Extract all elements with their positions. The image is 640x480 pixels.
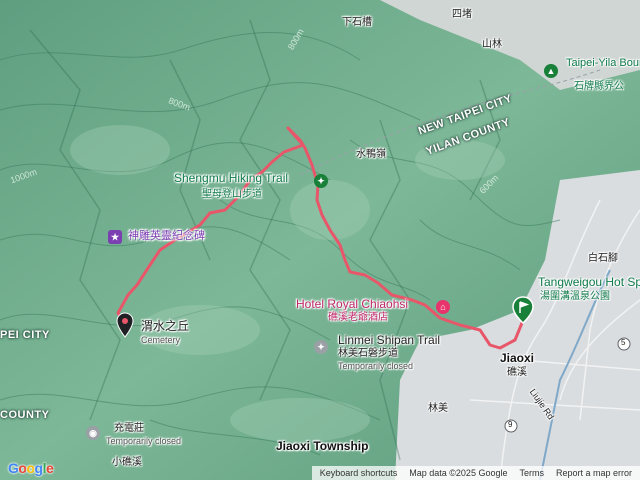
village-label[interactable]: 四堵 — [452, 10, 472, 20]
map-canvas[interactable]: 800m 800m 1000m 600m 下石槽 四堵 山林 ▲ Taipei-… — [0, 0, 640, 480]
attribution-footer: Keyboard shortcuts Map data ©2025 Google… — [0, 466, 640, 480]
memorial-label[interactable]: 神雕英靈紀念碑 — [128, 231, 205, 242]
cemetery-label-zh[interactable]: 渭水之丘 — [141, 320, 189, 332]
linmei-trail-label[interactable]: Linmei Shipan Trail — [338, 334, 440, 346]
chongdian-status: Temporarily closed — [106, 436, 182, 446]
start-pin-icon[interactable] — [512, 296, 534, 324]
linmei-status: Temporarily closed — [338, 361, 414, 371]
hotel-label[interactable]: Hotel Royal Chiaohsi — [296, 298, 408, 310]
city-label: PEI CITY — [0, 329, 50, 341]
map-data-text: Map data ©2025 Google — [409, 468, 508, 478]
boundary-park-label-zh[interactable]: 石牌縣界公 — [574, 82, 624, 92]
township-label[interactable]: Jiaoxi Township — [276, 440, 368, 452]
hot-spring-park-label[interactable]: Tangweigou Hot Spring Park — [538, 276, 640, 288]
keyboard-shortcuts-link[interactable]: Keyboard shortcuts — [320, 468, 398, 478]
terms-link[interactable]: Terms — [519, 468, 544, 478]
village-label[interactable]: 下石槽 — [342, 18, 372, 28]
boundary-park-label[interactable]: Taipei-Yila Boundary Par — [566, 58, 640, 69]
shengmu-trail-label-zh[interactable]: 聖母登山步道 — [202, 190, 262, 200]
hotel-icon[interactable]: ⌂ — [436, 300, 450, 314]
shengmu-trail-label[interactable]: Shengmu Hiking Trail — [174, 172, 288, 184]
chongdian-label[interactable]: 充電莊 — [114, 424, 144, 434]
village-label[interactable]: 山林 — [482, 40, 502, 50]
hiking-icon[interactable]: ✦ — [314, 174, 328, 188]
camera-icon[interactable]: ◉ — [86, 426, 100, 440]
route-5-label: 5 — [621, 338, 626, 347]
jiaoxi-label-zh[interactable]: 礁溪 — [507, 368, 527, 378]
hotel-label-zh[interactable]: 礁溪老爺酒店 — [328, 313, 388, 323]
report-error-link[interactable]: Report a map error — [556, 468, 632, 478]
hiking-icon-closed[interactable]: ✦ — [314, 340, 328, 354]
park-icon[interactable]: ▲ — [544, 64, 558, 78]
village-label[interactable]: 林美 — [428, 404, 448, 414]
village-label[interactable]: 水鴨嶺 — [356, 150, 386, 160]
route-9-label: 9 — [508, 420, 513, 429]
cemetery-label[interactable]: Cemetery — [141, 336, 180, 345]
memorial-icon[interactable]: ★ — [108, 230, 122, 244]
hot-spring-park-label-zh[interactable]: 湯圍溝溫泉公園 — [540, 292, 610, 302]
attribution-bar: Keyboard shortcuts Map data ©2025 Google… — [311, 466, 640, 480]
village-label[interactable]: 白石腳 — [588, 254, 618, 264]
end-pin-icon[interactable] — [116, 312, 134, 338]
county-label: COUNTY — [0, 409, 50, 421]
jiaoxi-label[interactable]: Jiaoxi — [500, 352, 534, 364]
linmei-trail-label-zh[interactable]: 林美石磐步道 — [338, 349, 398, 359]
